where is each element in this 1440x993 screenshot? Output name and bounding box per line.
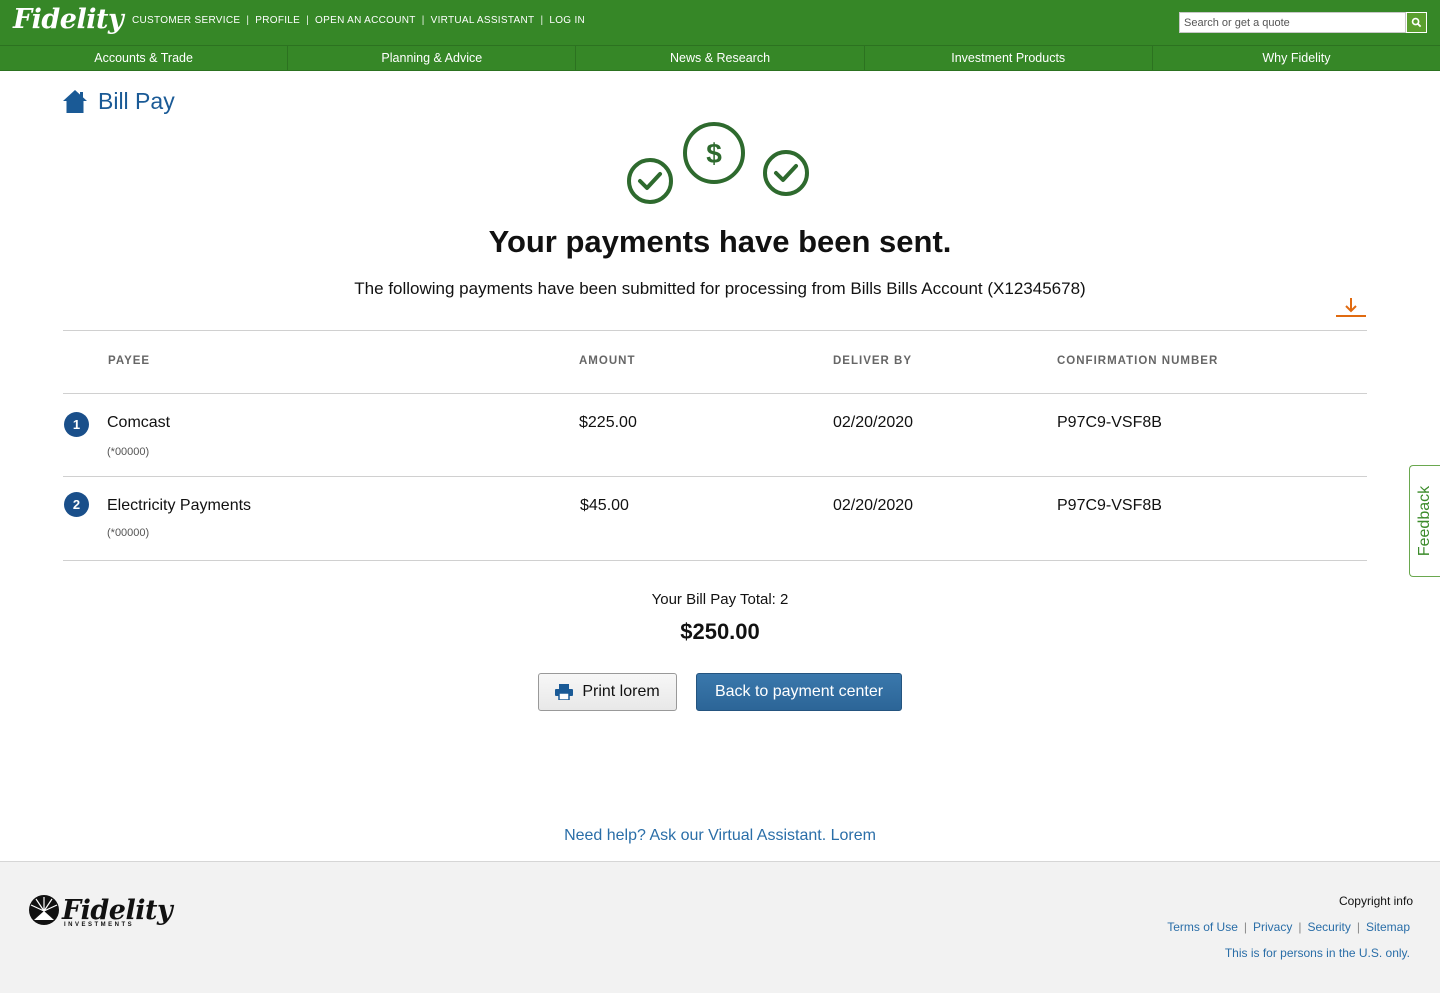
divider: | (306, 15, 310, 26)
search-button[interactable] (1406, 12, 1427, 33)
open-account-link[interactable]: OPEN AN ACCOUNT (315, 15, 416, 26)
sitemap-link[interactable]: Sitemap (1366, 920, 1410, 934)
check-circle-icon (627, 158, 673, 204)
nav-accounts-trade[interactable]: Accounts & Trade (0, 46, 289, 70)
feedback-label: Feedback (1416, 485, 1434, 557)
payment-amount: $225.00 (579, 414, 637, 431)
payee-name: Electricity Payments (107, 497, 252, 514)
download-icon[interactable] (1336, 296, 1366, 318)
print-button-label: Print lorem (582, 683, 660, 700)
confirmation-number: P97C9-VSF8B (1057, 414, 1162, 431)
divider: | (1356, 920, 1360, 934)
success-illustration: $ (620, 118, 820, 208)
profile-link[interactable]: PROFILE (255, 15, 300, 26)
nav-investment-products[interactable]: Investment Products (865, 46, 1153, 70)
nav-why-fidelity[interactable]: Why Fidelity (1153, 46, 1440, 70)
divider: | (246, 15, 250, 26)
payee-account: (*00000) (107, 446, 150, 458)
total-amount: $250.00 (680, 619, 760, 644)
deliver-by-date: 02/20/2020 (833, 414, 914, 431)
divider: | (421, 15, 425, 26)
pyramid-logo-icon (29, 895, 59, 925)
divider: | (1243, 920, 1248, 934)
security-link[interactable]: Security (1307, 920, 1350, 934)
copyright-info: Copyright info (1338, 894, 1413, 908)
search-icon (1411, 17, 1422, 28)
table-bottom-rule (63, 560, 1367, 561)
fidelity-logo[interactable]: Fidelity (13, 4, 124, 35)
feedback-tab[interactable]: Feedback (1409, 465, 1440, 577)
header-deliver-by: DELIVER BY (833, 355, 913, 367)
divider: | (540, 15, 544, 26)
footer-logo-text: Fidelity (62, 894, 173, 926)
footer-links: Terms of Use | Privacy | Security | Site… (1167, 920, 1410, 934)
svg-text:$: $ (706, 138, 722, 169)
header-amount: AMOUNT (579, 355, 636, 367)
payment-amount: $45.00 (580, 497, 629, 514)
log-in-link[interactable]: LOG IN (549, 15, 585, 26)
search-input[interactable] (1179, 12, 1406, 33)
total-label: Your Bill Pay Total: 2 (651, 591, 789, 608)
page-title-text: Bill Pay (98, 88, 175, 114)
customer-service-link[interactable]: CUSTOMER SERVICE (132, 15, 240, 26)
us-only-notice[interactable]: This is for persons in the U.S. only. (1225, 946, 1410, 960)
home-icon[interactable] (62, 89, 88, 115)
nav-planning-advice[interactable]: Planning & Advice (288, 46, 577, 70)
header-payee: PAYEE (108, 355, 151, 367)
table-top-rule (63, 330, 1367, 331)
payee-name: Comcast (107, 414, 171, 431)
table-header-rule (63, 393, 1367, 394)
confirmation-number: P97C9-VSF8B (1057, 497, 1162, 514)
page-title: Bill Pay (62, 88, 175, 115)
row-number-badge: 1 (64, 412, 89, 437)
search-box (1179, 12, 1427, 33)
check-circle-icon (763, 150, 809, 196)
footer: Fidelity INVESTMENTS Copyright info Term… (0, 861, 1440, 993)
utility-nav: CUSTOMER SERVICE | PROFILE | OPEN AN ACC… (132, 15, 585, 26)
row-divider (63, 476, 1367, 477)
dollar-circle-icon: $ (683, 122, 745, 184)
header-confirmation-number: CONFIRMATION NUMBER (1057, 355, 1219, 367)
payee-account: (*00000) (107, 527, 150, 539)
main-nav: Accounts & Trade Planning & Advice News … (0, 45, 1440, 71)
terms-of-use-link[interactable]: Terms of Use (1167, 920, 1238, 934)
divider: | (1298, 920, 1302, 934)
confirmation-subline: The following payments have been submitt… (354, 279, 1086, 298)
printer-icon (555, 684, 574, 700)
virtual-assistant-help-link[interactable]: Need help? Ask our Virtual Assistant. Lo… (0, 827, 1440, 845)
nav-news-research[interactable]: News & Research (576, 46, 865, 70)
confirmation-headline: Your payments have been sent. (488, 224, 952, 259)
footer-logo[interactable]: Fidelity INVESTMENTS (28, 894, 173, 928)
row-number-badge: 2 (64, 492, 89, 517)
deliver-by-date: 02/20/2020 (833, 497, 914, 514)
footer-logo-sub: INVESTMENTS (64, 922, 135, 928)
top-bar: Fidelity CUSTOMER SERVICE | PROFILE | OP… (0, 0, 1440, 45)
print-button[interactable]: Print lorem (538, 673, 677, 711)
back-to-payment-center-button[interactable]: Back to payment center (696, 673, 902, 711)
virtual-assistant-link[interactable]: VIRTUAL ASSISTANT (431, 15, 535, 26)
privacy-link[interactable]: Privacy (1253, 920, 1292, 934)
